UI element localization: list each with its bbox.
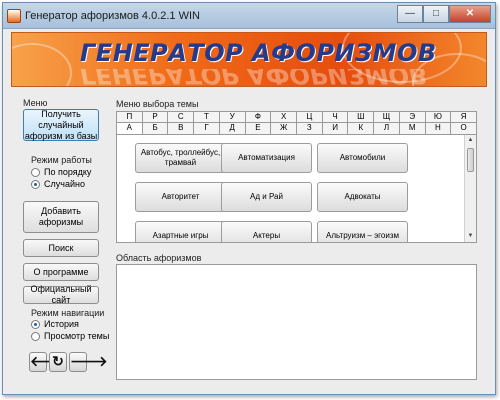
letter-tab[interactable]: У	[219, 112, 246, 123]
random-aphorism-button[interactable]: Получить случайный афоризм из базы	[23, 109, 99, 141]
topic-button[interactable]: Альтруизм – эгоизм	[317, 221, 408, 242]
official-site-button[interactable]: Официальный сайт	[23, 284, 99, 305]
aphorism-area-label: Область афоризмов	[116, 253, 202, 263]
about-button[interactable]: О программе	[23, 263, 99, 281]
topic-list: Автобус, троллейбус, трамвай Автоматизаци…	[116, 134, 477, 243]
letter-tab[interactable]: Ф	[245, 112, 272, 123]
add-aphorisms-button[interactable]: Добавить афоризмы	[23, 201, 99, 233]
mode-label: Режим работы	[31, 155, 92, 165]
letter-tab[interactable]: Ц	[296, 112, 323, 123]
topic-button[interactable]: Адвокаты	[317, 182, 408, 212]
topic-button[interactable]: Автомобили	[317, 143, 408, 173]
mode-option-order[interactable]: По порядку	[31, 167, 91, 177]
letter-tab[interactable]: Ч	[322, 112, 349, 123]
topic-button[interactable]: Автобус, троллейбус, трамвай	[135, 143, 226, 173]
topic-button[interactable]: Актеры	[221, 221, 312, 242]
close-button[interactable]: ✕	[449, 5, 491, 23]
banner-title: ГЕНЕРАТОР АФОРИЗМОВ	[80, 39, 437, 67]
mode-option-random[interactable]: Случайно	[31, 179, 85, 189]
header-banner: ГЕНЕРАТОР АФОРИЗМОВ ГЕНЕРАТОР АФОРИЗМОВ	[11, 32, 487, 87]
radio-checked-icon[interactable]	[31, 319, 40, 329]
radio-icon[interactable]	[31, 331, 40, 341]
mode-option-label: Случайно	[44, 179, 85, 189]
app-window: Генератор афоризмов 4.0.2.1 WIN — □ ✕ ГЕ…	[2, 2, 496, 395]
banner-title-reflection: ГЕНЕРАТОР АФОРИЗМОВ	[80, 69, 428, 87]
scroll-thumb[interactable]	[467, 148, 474, 172]
topic-scrollbar[interactable]: ▲ ▼	[464, 135, 476, 242]
minimize-button[interactable]: —	[397, 5, 423, 23]
letter-tab[interactable]: Т	[194, 112, 220, 123]
app-icon	[7, 9, 21, 23]
search-button[interactable]: Поиск	[23, 239, 99, 257]
letter-tab[interactable]: Я	[451, 112, 477, 123]
letter-tab[interactable]: Щ	[374, 112, 400, 123]
nav-mode-label: Режим навигации	[31, 308, 105, 318]
topic-button[interactable]: Азартные игры	[135, 221, 226, 242]
letter-tab[interactable]: С	[168, 112, 195, 123]
mode-option-label: По порядку	[44, 167, 92, 177]
scroll-down-icon[interactable]: ▼	[465, 231, 476, 242]
letter-tab[interactable]: Э	[399, 112, 426, 123]
letter-tab[interactable]: Ю	[425, 112, 452, 123]
maximize-button[interactable]: □	[423, 5, 449, 23]
alphabet-tabs: ПРСТУФХЦЧШЩЭЮЯАБВГДЕЖЗИКЛМНО	[116, 111, 477, 135]
topic-button[interactable]: Авторитет	[135, 182, 226, 212]
radio-checked-icon[interactable]	[31, 179, 40, 189]
topic-button[interactable]: Автоматизация	[221, 143, 312, 173]
menu-label: Меню	[23, 98, 48, 108]
nav-option-topic-view[interactable]: Просмотр темы	[31, 331, 109, 341]
refresh-icon[interactable]: ↻	[49, 352, 67, 372]
title-bar: Генератор афоризмов 4.0.2.1 WIN — □ ✕	[3, 3, 495, 29]
topic-button[interactable]: Ад и Рай	[221, 182, 312, 212]
letter-tab[interactable]: Ш	[348, 112, 375, 123]
forward-arrow-icon[interactable]: 🡒	[69, 352, 108, 372]
aphorism-area[interactable]	[116, 264, 477, 380]
letter-tab[interactable]: Р	[142, 112, 169, 123]
letter-tab[interactable]: Х	[271, 112, 297, 123]
scroll-up-icon[interactable]: ▲	[465, 135, 476, 146]
nav-option-history[interactable]: История	[31, 319, 79, 329]
radio-icon[interactable]	[31, 167, 40, 177]
back-arrow-icon[interactable]: 🡐	[29, 352, 68, 372]
topic-menu-label: Меню выбора темы	[116, 99, 199, 109]
nav-option-label: Просмотр темы	[44, 331, 110, 341]
letter-tab[interactable]: П	[117, 112, 143, 123]
nav-option-label: История	[44, 319, 79, 329]
window-title: Генератор афоризмов 4.0.2.1 WIN	[25, 10, 200, 22]
